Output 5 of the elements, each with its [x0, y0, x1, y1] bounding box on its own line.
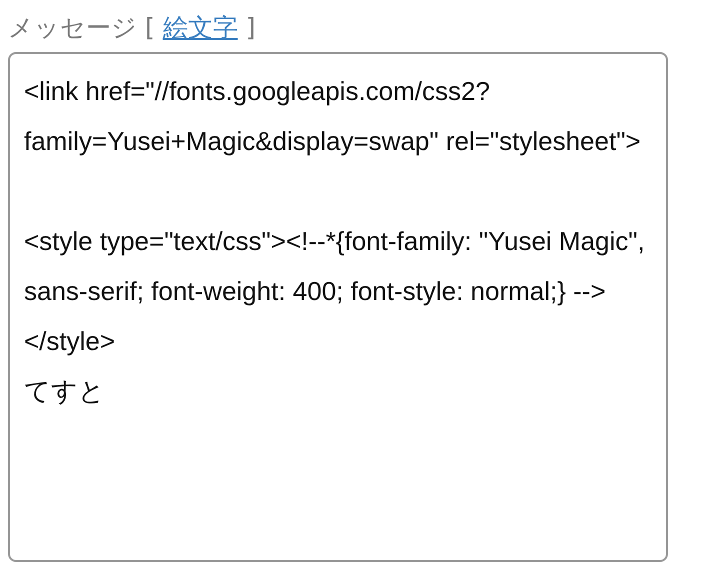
emoji-link[interactable]: 絵文字	[162, 8, 238, 48]
field-label: メッセージ	[8, 12, 137, 44]
bracket: [	[145, 12, 155, 44]
message-field[interactable]: <link href="//fonts.googleapis.com/css2?family=Yusei+Magic&display=swap" rel="stylesheet"> <style type="text/css"><!--*{font-family: "Yusei Magic", sans-serif; font-weight: 400; font-style: normal;} --></style> てすと	[8, 52, 668, 562]
bracket: ]	[246, 12, 256, 44]
